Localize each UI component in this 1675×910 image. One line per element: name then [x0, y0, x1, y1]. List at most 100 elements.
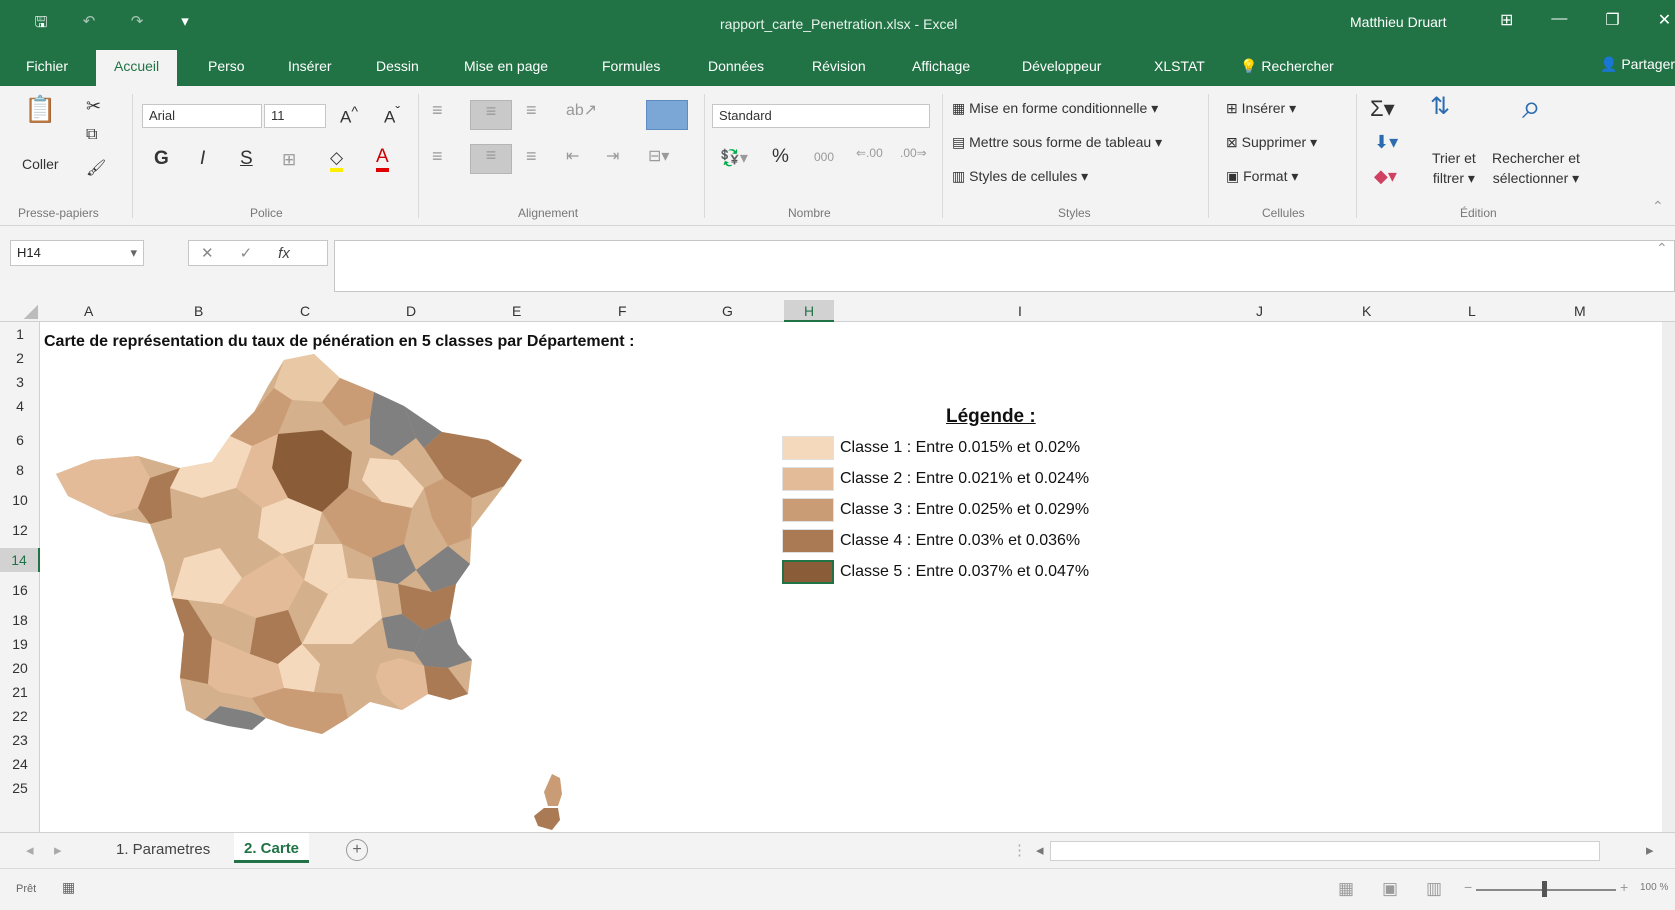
scroll-right-icon[interactable]: ▸ — [1646, 841, 1654, 859]
column-header[interactable]: M — [1574, 303, 1586, 319]
accounting-format-icon[interactable]: 💱▾ — [720, 148, 748, 168]
tab-xlstat[interactable]: XLSTAT — [1154, 58, 1205, 74]
column-header[interactable]: I — [1018, 303, 1022, 319]
align-middle-icon[interactable]: ≡ — [470, 100, 512, 130]
format-as-table-button[interactable]: ▤ Mettre sous forme de tableau ▾ — [952, 134, 1162, 151]
tab-fichier[interactable]: Fichier — [26, 58, 68, 74]
clear-icon[interactable]: ◆▾ — [1374, 166, 1397, 187]
row-header[interactable]: 24 — [0, 756, 40, 772]
column-header[interactable]: J — [1256, 303, 1263, 319]
row-header[interactable]: 10 — [0, 492, 40, 508]
autosum-icon[interactable]: Σ▾ — [1370, 96, 1395, 122]
find-select-button[interactable]: Rechercher et sélectionner ▾ — [1492, 148, 1580, 188]
column-header[interactable]: D — [406, 303, 416, 319]
prev-sheet-icon[interactable]: ◂ — [26, 841, 34, 859]
tab-inserer[interactable]: Insérer — [288, 58, 332, 74]
scroll-left-icon[interactable]: ◂ — [1036, 841, 1044, 859]
vertical-scrollbar[interactable] — [1662, 322, 1675, 832]
row-header[interactable]: 6 — [0, 432, 40, 448]
merge-center-icon[interactable]: ⊟▾ — [648, 146, 669, 166]
column-header-selected[interactable]: H — [784, 300, 834, 322]
sort-filter-button[interactable]: Trier et filtrer ▾ — [1432, 148, 1476, 188]
font-color-icon[interactable]: A — [376, 146, 389, 172]
restore-icon[interactable]: ❐ — [1605, 10, 1619, 30]
format-painter-icon[interactable]: 🖌 — [86, 158, 106, 178]
delete-cells-button[interactable]: ⊠ Supprimer ▾ — [1226, 134, 1317, 151]
zoom-level[interactable]: 100 % — [1640, 882, 1668, 893]
fill-down-icon[interactable]: ⬇▾ — [1374, 132, 1398, 153]
align-top-icon[interactable]: ≡ — [432, 100, 443, 121]
align-center-icon[interactable]: ≡ — [470, 144, 512, 174]
tab-mise-en-page[interactable]: Mise en page — [464, 58, 548, 74]
next-sheet-icon[interactable]: ▸ — [54, 841, 62, 859]
row-header[interactable]: 22 — [0, 708, 40, 724]
redo-icon[interactable]: ↷ — [126, 12, 148, 37]
align-left-icon[interactable]: ≡ — [432, 146, 443, 167]
row-header[interactable]: 21 — [0, 684, 40, 700]
insert-function-icon[interactable]: fx — [278, 245, 290, 262]
sheet-tab-active[interactable]: 2. Carte — [234, 833, 310, 863]
page-break-view-icon[interactable]: ▥ — [1426, 879, 1442, 899]
column-header[interactable]: C — [300, 303, 310, 319]
decrease-decimal-icon[interactable]: .00⇒ — [900, 146, 927, 160]
paste-icon[interactable]: 📋 — [24, 94, 56, 125]
tab-affichage[interactable]: Affichage — [912, 58, 970, 74]
save-icon[interactable]: 🖫 — [30, 12, 52, 37]
tab-donnees[interactable]: Données — [708, 58, 764, 74]
increase-font-icon[interactable]: A^ — [340, 104, 358, 128]
user-name[interactable]: Matthieu Druart — [1350, 14, 1446, 30]
zoom-in-icon[interactable]: + — [1620, 879, 1628, 895]
select-all-corner[interactable] — [24, 305, 38, 319]
name-box-dropdown-icon[interactable]: ▾ — [130, 245, 137, 261]
collapse-ribbon-icon[interactable]: ⌃ — [1652, 198, 1664, 215]
font-size-select[interactable]: 11 — [264, 104, 326, 128]
formula-input[interactable] — [334, 240, 1675, 292]
legend-item-selected[interactable]: Classe 5 : Entre 0.037% et 0.047% — [782, 559, 1089, 585]
copy-icon[interactable]: ⧉ — [86, 126, 97, 144]
ribbon-display-icon[interactable]: ⊞ — [1500, 10, 1513, 30]
increase-indent-icon[interactable]: ⇥ — [606, 146, 619, 166]
tab-dessin[interactable]: Dessin — [376, 58, 419, 74]
find-select-icon[interactable]: ⌕ — [1522, 88, 1541, 127]
align-bottom-icon[interactable]: ≡ — [526, 100, 537, 121]
fill-color-icon[interactable]: ◇ — [330, 148, 344, 172]
font-name-select[interactable]: Arial — [142, 104, 262, 128]
row-header[interactable]: 20 — [0, 660, 40, 676]
row-header[interactable]: 8 — [0, 462, 40, 478]
column-header[interactable]: K — [1362, 303, 1371, 319]
undo-icon[interactable]: ↶ — [78, 12, 100, 37]
sort-filter-icon[interactable]: ⇅ — [1430, 92, 1450, 121]
add-sheet-icon[interactable]: + — [346, 839, 368, 861]
minimize-icon[interactable]: — — [1551, 10, 1567, 30]
tab-accueil[interactable]: Accueil — [96, 50, 178, 86]
column-header[interactable]: E — [512, 303, 521, 319]
orientation-icon[interactable]: ab↗ — [566, 100, 597, 120]
normal-view-icon[interactable]: ▦ — [1338, 879, 1354, 899]
row-header[interactable]: 12 — [0, 522, 40, 538]
enter-icon[interactable]: ✓ — [240, 244, 253, 262]
cut-icon[interactable]: ✂ — [86, 96, 101, 117]
wrap-text-icon[interactable] — [646, 100, 688, 130]
worksheet-grid[interactable]: A B C D E F G H I J K L M 1 2 3 4 6 8 10… — [0, 300, 1675, 832]
number-format-select[interactable]: Standard — [712, 104, 930, 128]
align-right-icon[interactable]: ≡ — [526, 146, 537, 167]
borders-icon[interactable]: ⊞ — [282, 150, 296, 170]
column-header[interactable]: B — [194, 303, 203, 319]
underline-button[interactable]: S — [240, 148, 253, 170]
increase-decimal-icon[interactable]: ⇐.00 — [856, 146, 883, 160]
italic-button[interactable]: I — [200, 148, 205, 170]
column-header[interactable]: A — [84, 303, 93, 319]
share-button[interactable]: 👤 Partager — [1600, 56, 1675, 73]
row-header[interactable]: 3 — [0, 374, 40, 390]
tab-developpeur[interactable]: Développeur — [1022, 58, 1101, 74]
name-box[interactable]: H14 ▾ — [10, 240, 144, 266]
tab-formules[interactable]: Formules — [602, 58, 660, 74]
tab-perso[interactable]: Perso — [208, 58, 245, 74]
cancel-icon[interactable]: ✕ — [201, 244, 214, 262]
macro-record-icon[interactable]: ▦ — [62, 879, 75, 896]
column-header[interactable]: L — [1468, 303, 1476, 319]
decrease-indent-icon[interactable]: ⇤ — [566, 146, 579, 166]
decrease-font-icon[interactable]: Aˇ — [384, 104, 400, 128]
row-header[interactable]: 25 — [0, 780, 40, 796]
row-header[interactable]: 19 — [0, 636, 40, 652]
